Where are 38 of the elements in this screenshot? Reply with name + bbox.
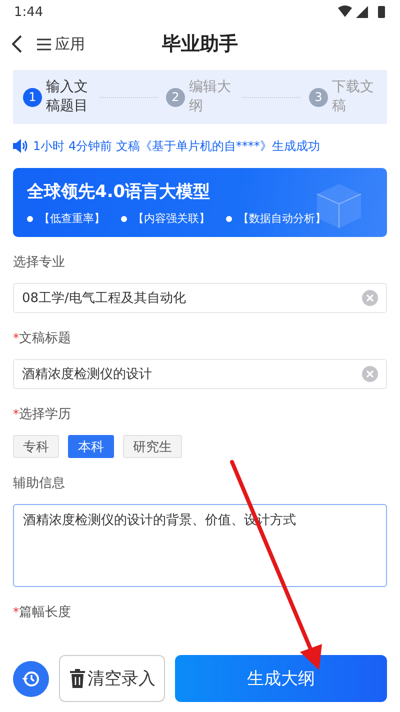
- field-label: 选择学历: [19, 406, 71, 423]
- step-label: 编辑大纲: [189, 78, 232, 116]
- banner-title: 全球领先4.0语言大模型: [27, 181, 212, 203]
- status-icons: [338, 5, 388, 19]
- trash-icon: [68, 669, 86, 688]
- required-mark: *: [13, 407, 19, 421]
- clear-button[interactable]: 清空录入: [59, 655, 165, 702]
- option-chip[interactable]: 本科: [68, 435, 114, 458]
- step-number: 1: [23, 88, 42, 106]
- field-label: 篇幅长度: [19, 604, 71, 621]
- field-value[interactable]: 酒精浓度检测仪的设计: [22, 366, 362, 382]
- apps-button[interactable]: 应用: [36, 34, 85, 54]
- banner-point: 【数据自动分析】: [226, 211, 326, 226]
- notice-text: 1小时 4分钟前 文稿《基于单片机的自****》生成成功: [33, 138, 320, 154]
- text-field[interactable]: 酒精浓度检测仪的设计: [13, 359, 387, 389]
- generate-button[interactable]: 生成大纲: [175, 655, 387, 702]
- option-chip[interactable]: 研究生: [123, 435, 182, 458]
- history-button[interactable]: [13, 660, 49, 696]
- step-label: 下载文稿: [332, 78, 375, 116]
- banner-point: 【内容强关联】: [121, 211, 210, 226]
- required-mark: *: [13, 605, 19, 619]
- speaker-icon: [13, 139, 29, 153]
- step-number: 2: [166, 88, 185, 106]
- field-label: 文稿标题: [19, 330, 71, 347]
- field-label: 辅助信息: [13, 475, 65, 492]
- required-mark: *: [13, 331, 19, 345]
- banner-point: 【低查重率】: [27, 211, 105, 226]
- text-field[interactable]: 08工学/电气工程及其自动化: [13, 283, 387, 313]
- page-title: 毕业助手: [162, 32, 238, 57]
- field-label: 选择专业: [13, 254, 65, 271]
- status-time: 1:44: [14, 4, 44, 20]
- step-label: 输入文稿题目: [46, 78, 89, 116]
- field-value[interactable]: 08工学/电气工程及其自动化: [22, 290, 362, 306]
- option-chip[interactable]: 专科: [13, 435, 59, 458]
- history-icon: [22, 670, 40, 688]
- back-icon[interactable]: [12, 35, 22, 53]
- menu-icon: [36, 38, 52, 50]
- step-number: 3: [309, 88, 328, 106]
